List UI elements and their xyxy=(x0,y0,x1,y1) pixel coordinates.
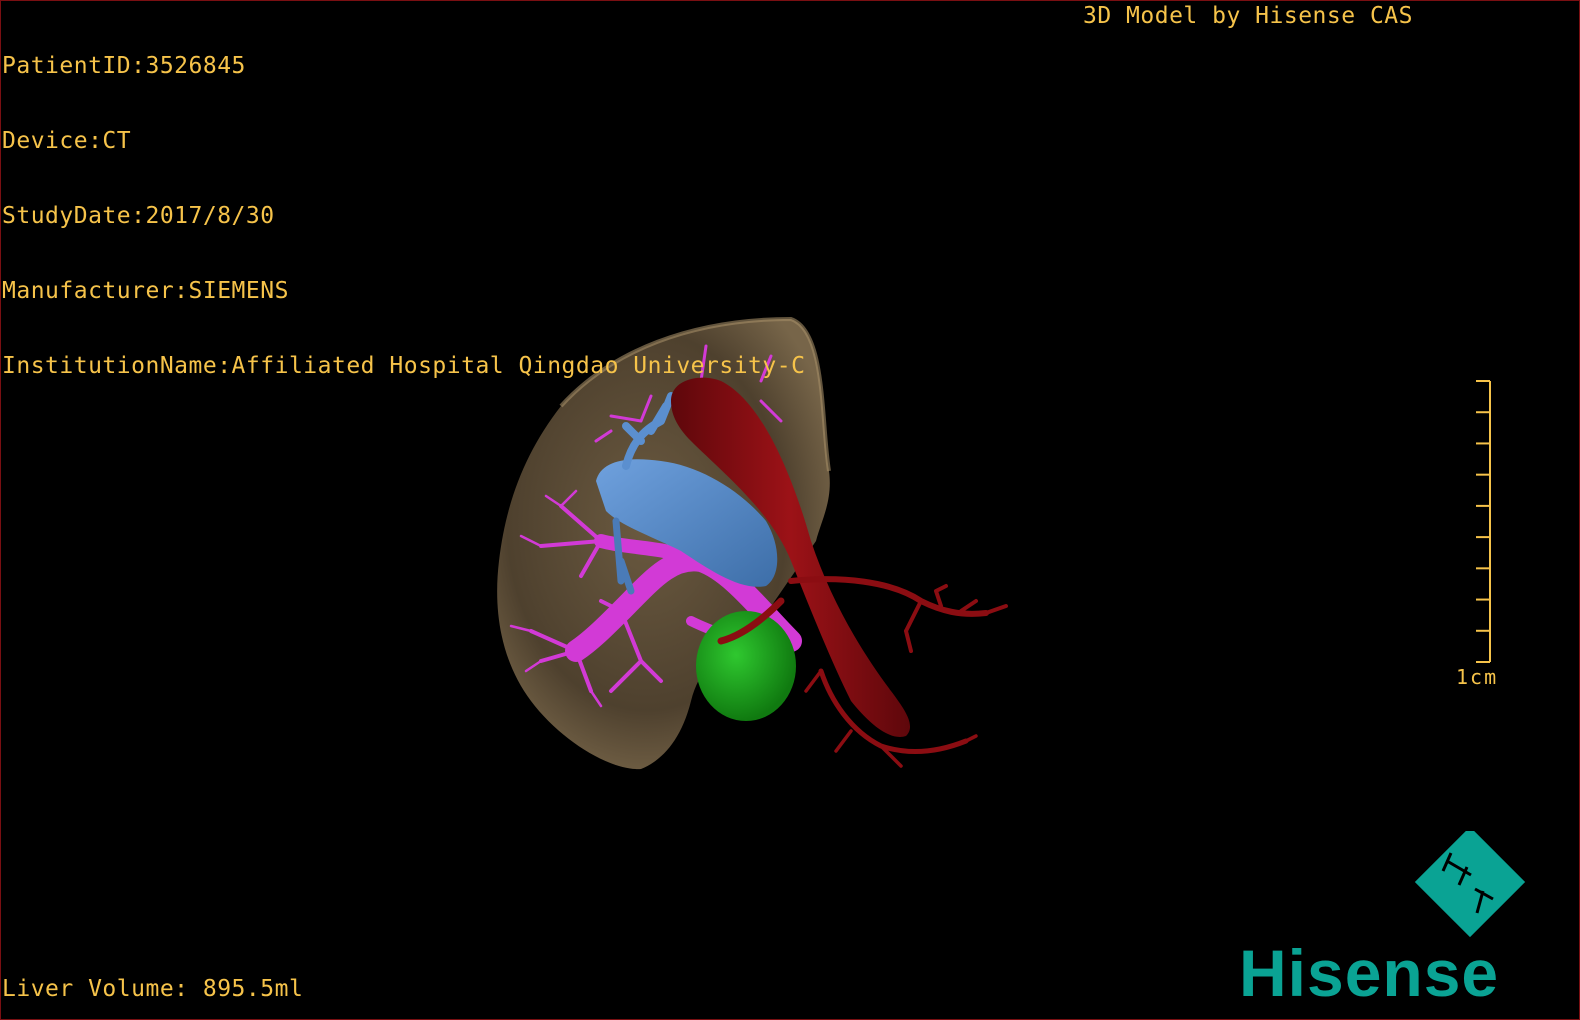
hisense-logo-icon: Hisense xyxy=(1239,831,1526,1010)
logo-wordmark: Hisense xyxy=(1239,936,1499,1010)
scale-bar-label: 1cm xyxy=(1456,665,1499,689)
liver-volume: Liver Volume: 895.5ml xyxy=(2,976,304,1002)
logo-diamond-icon xyxy=(1414,831,1526,938)
3d-viewport[interactable]: PatientID:3526845 Device:CT StudyDate:20… xyxy=(0,0,1580,1020)
